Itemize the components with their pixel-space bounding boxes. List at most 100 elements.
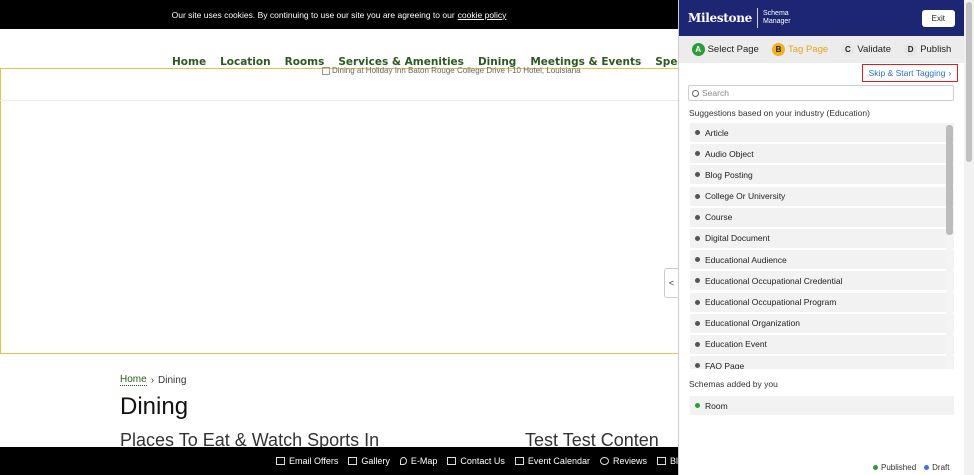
footer-emap[interactable]: E-Map	[399, 456, 437, 466]
skip-start-tagging-button[interactable]: Skip & Start Tagging ›	[862, 64, 958, 82]
list-item[interactable]: Course	[690, 207, 954, 227]
step-validate[interactable]: C Validate	[841, 43, 891, 56]
cookie-policy-link[interactable]: cookie policy	[458, 10, 507, 20]
chevron-right-icon: ›	[948, 68, 952, 78]
footer-gallery[interactable]: Gallery	[348, 456, 390, 466]
footer-label: Email Offers	[289, 456, 339, 466]
schema-search[interactable]	[688, 85, 954, 101]
list-item-label: Educational Occupational Credential	[705, 275, 843, 286]
calendar-icon	[514, 457, 524, 465]
list-item[interactable]: Article	[690, 123, 954, 142]
page-title: Dining	[120, 393, 189, 420]
footer-reviews[interactable]: Reviews	[599, 456, 647, 466]
logo-sub-line-2: Manager	[763, 18, 791, 25]
bullet-icon	[695, 235, 700, 241]
list-item[interactable]: Educational Occupational Program	[690, 292, 954, 312]
reviews-icon	[599, 457, 609, 465]
hero-alt-label: Dining at Holiday Inn Baton Rouge Colleg…	[332, 66, 581, 75]
divider	[0, 100, 678, 101]
added-schemas-list: Room	[690, 396, 954, 417]
step-label: Publish	[920, 44, 952, 55]
breadcrumb-current: Dining	[158, 374, 187, 386]
bullet-icon	[695, 278, 700, 284]
footer-label: Event Calendar	[527, 456, 590, 466]
gallery-icon	[348, 457, 358, 465]
step-select-page[interactable]: A Select Page	[691, 43, 759, 56]
bullet-icon	[695, 320, 700, 326]
step-tag-page[interactable]: B Tag Page	[772, 43, 828, 56]
search-icon	[692, 89, 699, 97]
list-item[interactable]: Blog Posting	[690, 165, 954, 185]
search-input[interactable]	[702, 88, 942, 98]
list-item[interactable]: Room	[690, 396, 954, 415]
logo-divider	[757, 8, 758, 28]
bullet-icon	[695, 299, 700, 305]
list-item[interactable]: Audio Object	[690, 144, 954, 164]
step-label: Tag Page	[788, 44, 829, 55]
list-item-label: Blog Posting	[705, 169, 753, 180]
blog-icon	[656, 457, 666, 465]
list-item[interactable]: FAQ Page	[690, 356, 954, 369]
step-label: Select Page	[707, 44, 759, 55]
footer-event-calendar[interactable]: Event Calendar	[514, 456, 590, 466]
published-dot-icon	[873, 465, 878, 470]
footer-label: Gallery	[361, 456, 390, 466]
schema-manager-panel: Milestone Schema Manager Exit A Select P…	[678, 0, 964, 475]
list-item[interactable]: Educational Organization	[690, 313, 954, 333]
main-nav-wrap: Home Location Rooms Services & Amenities…	[0, 29, 678, 71]
hero-image	[0, 68, 678, 354]
step-badge: D	[904, 43, 918, 56]
panel-header: Milestone Schema Manager Exit	[679, 0, 964, 36]
legend-draft: Draft	[924, 463, 949, 472]
steps-bar: A Select Page B Tag Page C Validate D Pu…	[679, 36, 964, 63]
list-item[interactable]: Digital Document	[690, 228, 954, 248]
list-item-label: Course	[705, 212, 733, 223]
footer-blog[interactable]: Bl	[656, 456, 678, 466]
list-item-label: College Or University	[705, 191, 786, 202]
status-legend: Published Draft	[873, 463, 949, 472]
bullet-icon	[695, 257, 700, 263]
draft-dot-icon	[924, 465, 930, 470]
logo-subtitle: Schema Manager	[763, 10, 791, 26]
bullet-icon	[695, 130, 700, 135]
map-pin-icon	[399, 457, 407, 465]
exit-button[interactable]: Exit	[921, 9, 955, 27]
list-item[interactable]: College Or University	[690, 186, 954, 206]
breadcrumb-home[interactable]: Home	[120, 374, 147, 386]
bullet-icon	[695, 363, 700, 369]
list-item-label: Room	[705, 400, 728, 411]
footer-bar: Email Offers Gallery E-Map Contact Us Ev…	[0, 447, 678, 475]
list-item-label: Audio Object	[705, 148, 754, 159]
cookie-bar: Our site uses cookies. By continuing to …	[0, 0, 678, 29]
bullet-icon	[695, 172, 700, 178]
step-badge: C	[841, 43, 855, 56]
list-item-label: FAQ Page	[705, 360, 745, 369]
list-item[interactable]: Education Event	[690, 334, 954, 354]
page: Our site uses cookies. By continuing to …	[0, 0, 974, 475]
step-badge: B	[772, 43, 786, 56]
legend-published: Published	[873, 463, 916, 472]
list-item-label: Educational Occupational Program	[705, 297, 837, 307]
bullet-icon	[695, 214, 700, 220]
bullet-icon	[695, 341, 700, 347]
legend-label: Published	[881, 463, 917, 472]
footer-email-offers[interactable]: Email Offers	[276, 456, 338, 466]
list-item-label: Article	[705, 127, 729, 138]
contact-icon	[447, 457, 457, 465]
panel-collapse-toggle[interactable]: <	[664, 268, 678, 298]
list-scrollbar-thumb[interactable]	[946, 125, 953, 235]
list-item[interactable]: Educational Audience	[690, 250, 954, 270]
list-item-label: Educational Audience	[705, 254, 787, 265]
footer-label: Bl	[669, 456, 678, 466]
skip-label: Skip & Start Tagging	[868, 68, 946, 78]
breadcrumb-separator: ›	[150, 374, 155, 386]
added-label: Schemas added by you	[689, 379, 778, 389]
page-scrollbar-thumb[interactable]	[966, 2, 972, 162]
list-item-label: Education Event	[705, 339, 767, 350]
step-publish[interactable]: D Publish	[904, 43, 951, 56]
logo-sub-line-1: Schema	[763, 10, 789, 17]
milestone-logo: Milestone	[688, 11, 752, 25]
broken-image-icon	[322, 66, 330, 75]
list-item[interactable]: Educational Occupational Credential	[690, 271, 954, 291]
footer-contact[interactable]: Contact Us	[447, 456, 505, 466]
